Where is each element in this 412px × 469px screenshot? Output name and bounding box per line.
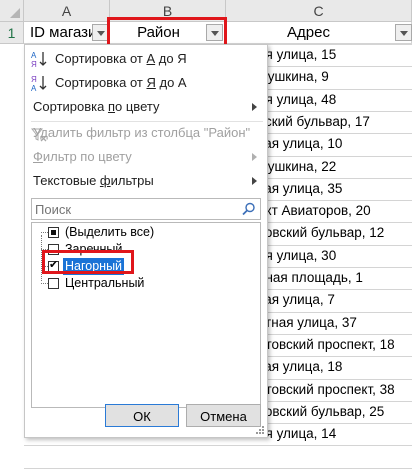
filter-item-label: Центральный [65, 276, 145, 290]
cell-header-address-text: Адрес [287, 24, 330, 41]
filter-search-input[interactable] [35, 200, 231, 218]
highlight-box-nagorny [42, 250, 134, 274]
svg-text:Я: Я [31, 75, 37, 84]
menu-item-text-filters-text-u: ф [99, 173, 111, 188]
chevron-down-icon [97, 31, 105, 36]
menu-item-sort-z-a-text-post: до А [155, 75, 187, 90]
checkbox-partial[interactable] [48, 227, 59, 238]
address-cell[interactable]: етная улица, 37 [258, 315, 357, 330]
checkbox-unchecked[interactable] [48, 278, 59, 289]
menu-item-sort-z-a-text-u: Я [146, 75, 156, 90]
cancel-button[interactable]: Отмена [186, 404, 261, 427]
address-cell[interactable]: нная площадь, 1 [258, 270, 363, 285]
address-cell[interactable]: ая улица, 30 [258, 248, 336, 263]
menu-item-clear-filter: Удалить фильтр из столбца "Район" [25, 121, 267, 145]
tree-connector [41, 283, 48, 284]
filter-search-box[interactable] [31, 198, 261, 220]
search-icon [242, 202, 256, 221]
menu-item-filter-by-color: Фильтр по цвету [25, 145, 267, 169]
address-cell[interactable]: кая улица, 7 [258, 292, 335, 307]
address-cell[interactable]: совский бульвар, 25 [258, 404, 384, 419]
menu-item-sort-z-a-text-pre: Сортировка от [55, 75, 147, 90]
cell-header-address[interactable]: Адрес [226, 22, 412, 44]
autofilter-dropdown: А Я Сортировка от А до Я Я А Сортировка … [24, 44, 268, 438]
menu-item-text-filters[interactable]: Текстовые фильтры [25, 169, 267, 193]
grid-row-line [24, 445, 412, 447]
address-cell[interactable]: нтовский проспект, 38 [258, 382, 395, 397]
svg-text:Я: Я [31, 60, 37, 68]
submenu-arrow-icon [252, 103, 257, 111]
chevron-down-icon [400, 31, 408, 36]
menu-item-text-filters-text-pre: Текстовые [33, 173, 100, 188]
tree-connector [41, 232, 48, 233]
address-cell[interactable]: кая улица, 18 [258, 359, 342, 374]
select-all-corner[interactable] [0, 0, 24, 22]
filter-dropdown-button-c[interactable] [395, 24, 412, 41]
column-header-c[interactable]: C [226, 0, 412, 22]
menu-item-sort-a-z-text-pre: Сортировка от [55, 51, 147, 66]
address-cell[interactable]: ая улица, 14 [258, 426, 336, 441]
ok-button[interactable]: ОК [105, 404, 179, 427]
menu-item-clear-filter-text: Удалить фильтр из столбца "Район" [33, 125, 251, 140]
corner-triangle-icon [10, 8, 20, 18]
svg-text:А: А [31, 51, 37, 60]
menu-item-sort-by-color-text-post: о цвету [115, 99, 160, 114]
menu-item-sort-by-color-text-pre: Сортировка [33, 99, 108, 114]
address-cell[interactable]: Пушкина, 22 [258, 159, 336, 174]
address-cell[interactable]: ая улица, 15 [258, 47, 336, 62]
menu-item-sort-a-z-text-post: до Я [155, 51, 187, 66]
column-header-a[interactable]: A [24, 0, 110, 22]
address-cell[interactable]: кая улица, 10 [258, 136, 342, 151]
resize-grip-icon[interactable] [256, 426, 264, 434]
address-cell[interactable]: ект Авиаторов, 20 [258, 203, 371, 218]
filter-item-label: (Выделить все) [65, 225, 155, 239]
address-cell[interactable]: кая улица, 35 [258, 181, 342, 196]
menu-item-filter-by-color-text-u: Ф [33, 149, 43, 164]
submenu-arrow-icon [252, 153, 257, 161]
address-cell[interactable]: Пушкина, 9 [258, 69, 329, 84]
svg-text:А: А [31, 84, 37, 92]
menu-item-sort-by-color[interactable]: Сортировка по цвету [25, 95, 267, 119]
address-cell[interactable]: совский бульвар, 12 [258, 225, 384, 240]
submenu-arrow-icon [252, 177, 257, 185]
address-cell[interactable]: вский бульвар, 17 [258, 114, 370, 129]
menu-item-filter-by-color-text-post: ильтр по цвету [42, 149, 132, 164]
menu-item-sort-a-z-text-u: А [146, 51, 156, 66]
row-header-1[interactable]: 1 [0, 22, 24, 44]
address-cell[interactable]: ая улица, 48 [258, 92, 336, 107]
menu-item-sort-by-color-text-u: п [107, 99, 116, 114]
menu-item-sort-z-a[interactable]: Я А Сортировка от Я до А [25, 71, 267, 95]
address-cell[interactable]: нтовский проспект, 18 [258, 337, 395, 352]
menu-item-text-filters-text-post: ильтры [110, 173, 154, 188]
menu-item-sort-a-z[interactable]: А Я Сортировка от А до Я [25, 47, 267, 71]
